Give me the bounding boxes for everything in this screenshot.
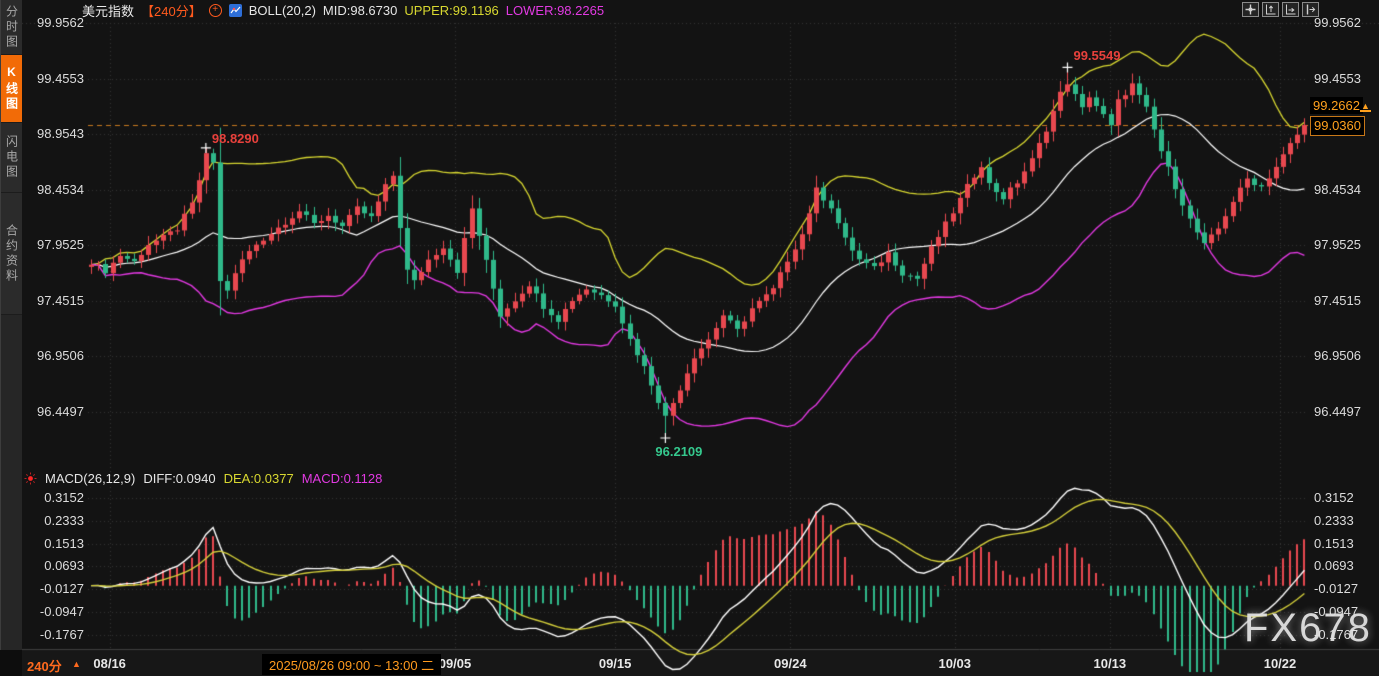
sidebar: 分时图K线图闪电图合约资料 xyxy=(0,0,22,650)
axis-expand-icon[interactable] xyxy=(1262,2,1279,17)
symbol-title: 美元指数 xyxy=(82,1,134,20)
trading-app-window: 分时图K线图闪电图合约资料 美元指数 【240分】 + BOLL(20,2) M… xyxy=(0,0,1379,676)
indicator-settings-icon[interactable] xyxy=(24,472,37,485)
chart-canvas[interactable] xyxy=(22,0,1379,676)
sidebar-item-contract-info[interactable]: 合约资料 xyxy=(1,193,23,315)
selected-bar-datetime: 2025/08/26 09:00 ~ 13:00 二 xyxy=(262,654,441,675)
macd-dea-value: DEA:0.0377 xyxy=(224,471,294,486)
boll-upper-value: UPPER:99.1196 xyxy=(404,3,498,18)
macd-header: MACD(26,12,9) DIFF:0.0940 DEA:0.0377 MAC… xyxy=(22,469,382,487)
watermark: FX678 xyxy=(1244,606,1372,651)
period-badge[interactable]: 【240分】 xyxy=(141,1,202,20)
scroll-right-icon[interactable] xyxy=(1302,2,1319,17)
move-icon[interactable] xyxy=(1242,2,1259,17)
axis-compress-icon[interactable] xyxy=(1282,2,1299,17)
add-indicator-icon[interactable]: + xyxy=(209,4,222,17)
sidebar-item-time-chart[interactable]: 分时图 xyxy=(1,0,23,55)
boll-mid-value: MID:98.6730 xyxy=(323,3,397,18)
macd-hist-value: MACD:0.1128 xyxy=(302,471,383,486)
indicator-chart-icon[interactable] xyxy=(229,4,242,17)
timeframe-dropdown-icon[interactable]: ▲ xyxy=(72,659,81,669)
sidebar-item-kline-chart[interactable]: K线图 xyxy=(1,55,23,123)
timeframe-label[interactable]: 240分 xyxy=(27,656,62,675)
chart-toolbar xyxy=(1242,2,1319,17)
sidebar-item-flash-chart[interactable]: 闪电图 xyxy=(1,123,23,193)
chart-header: 美元指数 【240分】 + BOLL(20,2) MID:98.6730 UPP… xyxy=(82,1,604,19)
x-axis-bar: 240分 ▲ 2025/08/26 09:00 ~ 13:00 二 xyxy=(22,650,1379,676)
boll-lower-value: LOWER:98.2265 xyxy=(506,3,604,18)
chart-area: 美元指数 【240分】 + BOLL(20,2) MID:98.6730 UPP… xyxy=(22,0,1379,676)
macd-indicator-label: MACD(26,12,9) xyxy=(45,471,135,486)
boll-indicator-label: BOLL(20,2) xyxy=(249,3,316,18)
macd-diff-value: DIFF:0.0940 xyxy=(143,471,215,486)
